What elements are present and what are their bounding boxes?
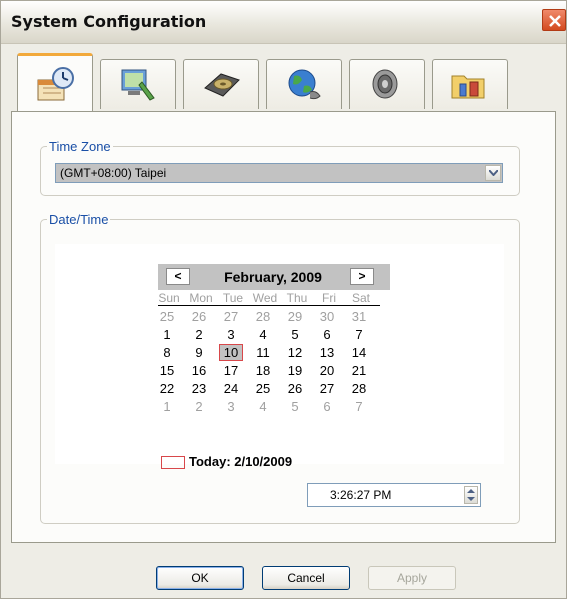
time-input[interactable]: 3:26:27 PM xyxy=(307,483,481,507)
window-title: System Configuration xyxy=(11,12,207,31)
weekday-label: Fri xyxy=(322,291,336,305)
date-time-label: Date/Time xyxy=(47,212,111,227)
weekday-label: Wed xyxy=(252,291,278,305)
calendar-day[interactable]: 29 xyxy=(283,308,307,325)
date-time-group: Date/Time < February, 2009 > Sun Mon Tue We… xyxy=(40,212,520,524)
calendar-day[interactable]: 2 xyxy=(187,398,211,415)
calendar-day[interactable]: 25 xyxy=(251,380,275,397)
time-zone-label: Time Zone xyxy=(47,139,113,154)
close-icon xyxy=(549,15,561,27)
title-bar[interactable]: System Configuration xyxy=(1,1,566,44)
display-settings-icon xyxy=(121,69,155,101)
weekday-label: Sun xyxy=(158,291,180,305)
calendar-day[interactable]: 15 xyxy=(155,362,179,379)
calendar: < February, 2009 > Sun Mon Tue Wed Thu Fri Sat… xyxy=(55,244,504,469)
calendar-day[interactable]: 20 xyxy=(315,362,339,379)
weekday-label: Thu xyxy=(286,291,308,305)
calendar-day[interactable]: 28 xyxy=(251,308,275,325)
up-down-arrows-icon xyxy=(467,489,475,501)
tab-network[interactable] xyxy=(266,59,342,109)
system-configuration-window: System Configuration Time Zone (GMT+08:0… xyxy=(0,0,567,599)
network-globe-icon xyxy=(288,69,321,100)
calendar-day[interactable]: 25 xyxy=(155,308,179,325)
time-spinner[interactable] xyxy=(464,486,478,504)
calendar-day[interactable]: 2 xyxy=(187,326,211,343)
calendar-day[interactable]: 1 xyxy=(155,398,179,415)
calendar-day[interactable]: 5 xyxy=(283,398,307,415)
today-link[interactable]: Today: 2/10/2009 xyxy=(189,454,292,469)
weekday-label: Sat xyxy=(351,291,370,305)
calendar-day[interactable]: 16 xyxy=(187,362,211,379)
chevron-down-icon xyxy=(489,170,498,176)
calendar-day[interactable]: 8 xyxy=(155,344,179,361)
weekday-label: Mon xyxy=(189,291,213,305)
calendar-day[interactable]: 30 xyxy=(315,308,339,325)
tab-audio[interactable] xyxy=(349,59,425,109)
apply-button[interactable]: Apply xyxy=(368,566,456,590)
weekday-label: Tue xyxy=(222,291,244,305)
calendar-day[interactable]: 1 xyxy=(155,326,179,343)
tab-storage[interactable] xyxy=(183,59,259,109)
time-zone-value: (GMT+08:00) Taipei xyxy=(60,166,167,180)
calendar-day[interactable]: 4 xyxy=(251,398,275,415)
weekday-header-row: Sun Mon Tue Wed Thu Fri Sat xyxy=(158,291,380,305)
calendar-day[interactable]: 19 xyxy=(283,362,307,379)
calendar-day[interactable]: 9 xyxy=(187,344,211,361)
close-button[interactable] xyxy=(542,9,566,31)
prev-month-button[interactable]: < xyxy=(166,268,190,285)
calendar-day[interactable]: 22 xyxy=(155,380,179,397)
calendar-day[interactable]: 6 xyxy=(315,398,339,415)
calendar-day[interactable]: 17 xyxy=(219,362,243,379)
calendar-day[interactable]: 3 xyxy=(219,326,243,343)
calendar-day[interactable]: 24 xyxy=(219,380,243,397)
calendar-day[interactable]: 12 xyxy=(283,344,307,361)
date-time-icon xyxy=(37,67,74,101)
ok-button[interactable]: OK xyxy=(156,566,244,590)
speaker-icon xyxy=(372,69,398,99)
calendar-header: < February, 2009 > xyxy=(158,264,390,290)
tab-display[interactable] xyxy=(100,59,176,109)
calendar-day[interactable]: 11 xyxy=(251,344,275,361)
calendar-day[interactable]: 26 xyxy=(187,308,211,325)
folder-tools-icon xyxy=(451,75,485,99)
calendar-day[interactable]: 5 xyxy=(283,326,307,343)
calendar-day[interactable]: 28 xyxy=(347,380,371,397)
calendar-day[interactable]: 4 xyxy=(251,326,275,343)
time-zone-select[interactable]: (GMT+08:00) Taipei xyxy=(55,163,503,183)
calendar-day[interactable]: 7 xyxy=(347,326,371,343)
calendar-day[interactable]: 6 xyxy=(315,326,339,343)
next-month-button[interactable]: > xyxy=(350,268,374,285)
tab-date-time[interactable] xyxy=(17,53,93,111)
hard-disk-icon xyxy=(204,73,240,97)
calendar-day[interactable]: 26 xyxy=(283,380,307,397)
tab-strip xyxy=(11,53,556,115)
calendar-day[interactable]: 18 xyxy=(251,362,275,379)
time-value: 3:26:27 PM xyxy=(330,488,392,502)
calendar-day[interactable]: 23 xyxy=(187,380,211,397)
calendar-day[interactable]: 27 xyxy=(219,308,243,325)
tab-tools[interactable] xyxy=(432,59,508,109)
calendar-day[interactable]: 13 xyxy=(315,344,339,361)
calendar-day[interactable]: 27 xyxy=(315,380,339,397)
time-zone-group: Time Zone (GMT+08:00) Taipei xyxy=(40,139,520,196)
calendar-day[interactable]: 3 xyxy=(219,398,243,415)
today-marker xyxy=(161,456,185,469)
calendar-day[interactable]: 7 xyxy=(347,398,371,415)
calendar-day[interactable]: 21 xyxy=(347,362,371,379)
time-zone-dropdown-button[interactable] xyxy=(485,165,501,181)
calendar-day[interactable]: 14 xyxy=(347,344,371,361)
month-label: February, 2009 xyxy=(224,269,322,285)
weekday-divider xyxy=(158,305,380,306)
cancel-button[interactable]: Cancel xyxy=(262,566,350,590)
tab-panel: Time Zone (GMT+08:00) Taipei Date/Time <… xyxy=(11,111,556,543)
calendar-day[interactable]: 10 xyxy=(219,344,243,361)
calendar-day[interactable]: 31 xyxy=(347,308,371,325)
